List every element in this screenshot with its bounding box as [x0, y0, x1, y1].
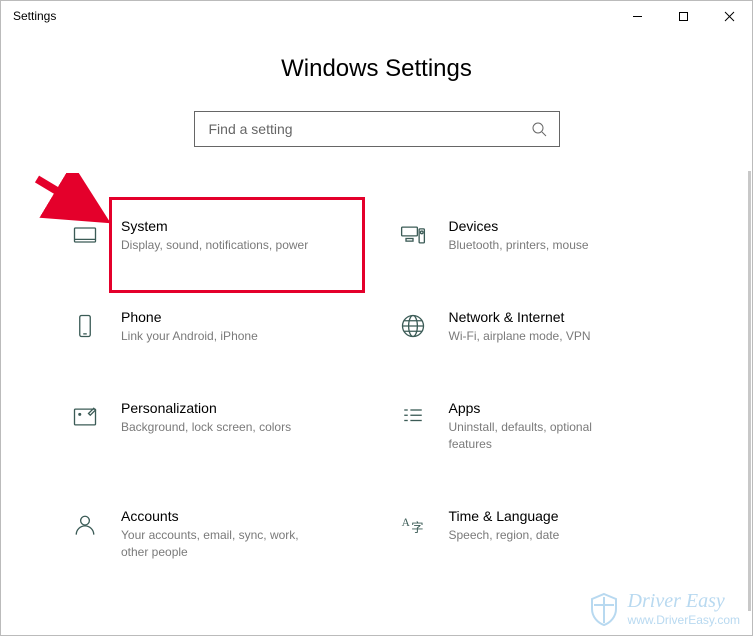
personalization-icon: [67, 399, 103, 435]
tile-network[interactable]: Network & Internet Wi-Fi, airplane mode,…: [389, 308, 693, 345]
tile-sub: Display, sound, notifications, power: [121, 237, 308, 254]
tile-title: Apps: [449, 399, 639, 417]
watermark-url: www.DriverEasy.com: [628, 613, 740, 627]
tile-personalization[interactable]: Personalization Background, lock screen,…: [61, 399, 365, 453]
tile-sub: Your accounts, email, sync, work, other …: [121, 527, 311, 561]
scrollbar[interactable]: [746, 171, 752, 611]
tile-text: Personalization Background, lock screen,…: [121, 399, 291, 436]
system-icon: [67, 217, 103, 253]
tile-sub: Wi-Fi, airplane mode, VPN: [449, 328, 591, 345]
tile-accounts[interactable]: Accounts Your accounts, email, sync, wor…: [61, 507, 365, 561]
settings-grid: System Display, sound, notifications, po…: [1, 147, 752, 561]
scrollbar-thumb[interactable]: [748, 171, 751, 611]
accounts-icon: [67, 507, 103, 543]
tile-text: Network & Internet Wi-Fi, airplane mode,…: [449, 308, 591, 345]
search-input[interactable]: [207, 120, 531, 138]
apps-icon: [395, 399, 431, 435]
search-box[interactable]: [194, 111, 560, 147]
devices-icon: [395, 217, 431, 253]
time-language-icon: A字: [395, 507, 431, 543]
watermark-brand: Driver Easy: [628, 590, 725, 612]
tile-text: Apps Uninstall, defaults, optional featu…: [449, 399, 639, 453]
maximize-button[interactable]: [660, 1, 706, 31]
watermark-shield-icon: [586, 591, 622, 627]
tile-time[interactable]: A字 Time & Language Speech, region, date: [389, 507, 693, 561]
tile-title: Devices: [449, 217, 589, 235]
svg-text:字: 字: [411, 520, 423, 535]
tile-text: Time & Language Speech, region, date: [449, 507, 560, 544]
minimize-button[interactable]: [614, 1, 660, 31]
tile-apps[interactable]: Apps Uninstall, defaults, optional featu…: [389, 399, 693, 453]
close-button[interactable]: [706, 1, 752, 31]
phone-icon: [67, 308, 103, 344]
tile-devices[interactable]: Devices Bluetooth, printers, mouse: [389, 217, 693, 254]
tile-title: Personalization: [121, 399, 291, 417]
tile-title: Time & Language: [449, 507, 560, 525]
svg-text:A: A: [401, 517, 410, 529]
app-title: Settings: [1, 9, 56, 23]
tile-title: Network & Internet: [449, 308, 591, 326]
tile-sub: Bluetooth, printers, mouse: [449, 237, 589, 254]
window-controls: [614, 1, 752, 31]
network-icon: [395, 308, 431, 344]
tile-sub: Background, lock screen, colors: [121, 419, 291, 436]
search-container: [1, 111, 752, 147]
tile-phone[interactable]: Phone Link your Android, iPhone: [61, 308, 365, 345]
tile-text: Phone Link your Android, iPhone: [121, 308, 258, 345]
page-title: Windows Settings: [1, 55, 752, 83]
tile-sub: Link your Android, iPhone: [121, 328, 258, 345]
close-icon: [724, 11, 735, 22]
tile-title: Phone: [121, 308, 258, 326]
settings-window: Settings Windows Settings System: [0, 0, 753, 636]
maximize-icon: [678, 11, 689, 22]
titlebar: Settings: [1, 1, 752, 31]
search-icon: [531, 121, 547, 137]
tile-system[interactable]: System Display, sound, notifications, po…: [61, 217, 365, 254]
tile-title: System: [121, 217, 308, 235]
minimize-icon: [632, 11, 643, 22]
tile-title: Accounts: [121, 507, 311, 525]
tile-sub: Speech, region, date: [449, 527, 560, 544]
tile-sub: Uninstall, defaults, optional features: [449, 419, 639, 453]
tile-text: Accounts Your accounts, email, sync, wor…: [121, 507, 311, 561]
watermark: Driver Easy www.DriverEasy.com: [586, 590, 740, 627]
tile-text: Devices Bluetooth, printers, mouse: [449, 217, 589, 254]
tile-text: System Display, sound, notifications, po…: [121, 217, 308, 254]
